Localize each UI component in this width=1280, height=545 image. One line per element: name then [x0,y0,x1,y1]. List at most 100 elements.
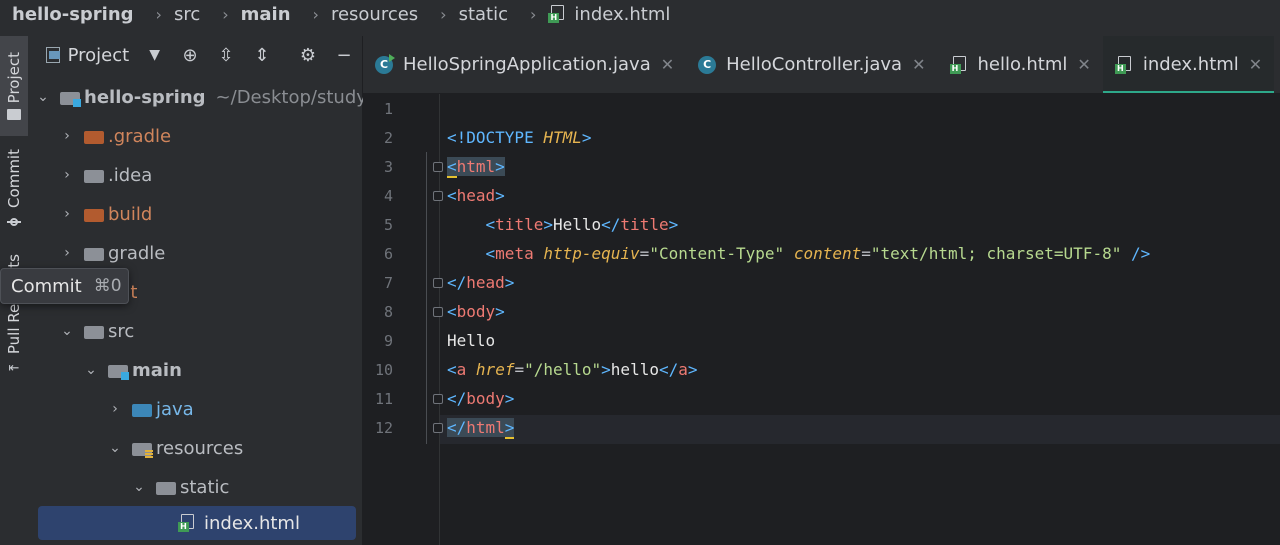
chevron-down-icon[interactable]: ⌄ [60,323,74,339]
code-editor[interactable]: 1 2 3 4 5 6 7 8 9 10 11 12 <!DOCTYPE HTM… [363,94,1280,545]
close-icon[interactable]: ✕ [1249,55,1262,74]
line-number: 4 [383,187,393,205]
tab-build-gradle[interactable]: 🐘 b [1274,36,1280,93]
code-line-3: <html> [447,157,505,178]
chevron-right-icon[interactable]: › [60,128,74,144]
attr-value: "text/html; charset=UTF-8" [870,244,1122,263]
tree-item-build[interactable]: › build [60,199,152,229]
commit-tool-button[interactable]: Commit [0,144,28,234]
tree-item-gradle[interactable]: › gradle [60,238,165,268]
chevron-down-icon[interactable]: ⌄ [108,440,122,456]
code-line-12: </html> [447,418,515,439]
line-number: 8 [383,303,393,321]
breadcrumb: hello-spring › src › main › resources › … [0,0,1280,28]
tree-item-main[interactable]: ⌄ main [84,355,182,385]
ide-window: hello-spring › src › main › resources › … [0,0,1280,545]
tree-item-label: hello-spring [84,86,206,108]
java-class-icon: C [375,53,395,74]
fold-marker-icon[interactable] [433,278,443,288]
close-icon[interactable]: ✕ [912,55,925,74]
line-number: 5 [383,216,393,234]
commit-icon [7,215,21,229]
code-line-8: <body> [447,302,505,321]
tree-item-index-html[interactable]: H index.html [38,506,356,540]
tag-name: a [678,360,688,379]
doctype-close: > [581,128,592,147]
collapse-all-icon[interactable]: ⇕ [244,45,280,66]
tag-name: meta [495,244,534,263]
tooltip-text: Commit [11,275,82,297]
code-line-7: </head> [447,273,515,292]
tree-item-label: src [108,320,135,342]
project-panel-title[interactable]: Project [68,45,130,66]
locate-file-icon[interactable]: ⊕ [172,45,208,66]
tree-item-label: resources [156,437,244,459]
html-file-icon: H [1114,55,1133,74]
tab-label: index.html [1142,54,1239,75]
breadcrumb-item-file[interactable]: H index.html [548,4,670,25]
project-tool-button[interactable]: Project [0,36,28,136]
tab-hello-spring-application[interactable]: C HelloSpringApplication.java ✕ [363,36,686,93]
tag-name: body [456,302,496,321]
expand-all-icon[interactable]: ⇳ [208,45,244,66]
tree-item-gradle-cache[interactable]: › .gradle [60,121,171,151]
tree-item-idea[interactable]: › .idea [60,160,152,190]
chevron-right-icon[interactable]: › [108,401,122,417]
close-icon[interactable]: ✕ [1077,55,1090,74]
tree-item-java[interactable]: › java [108,394,194,424]
line-number: 7 [383,274,393,292]
chevron-down-icon[interactable]: ⌄ [36,89,50,105]
fold-marker-icon[interactable] [433,162,443,172]
tab-hello-controller[interactable]: C HelloController.java ✕ [686,36,937,93]
breadcrumb-item-static[interactable]: static [459,4,508,25]
attr-name: content [793,244,862,263]
tree-item-label: static [180,476,230,498]
chevron-down-icon[interactable]: ▼ [149,47,160,63]
tree-item-resources[interactable]: ⌄ resources [108,433,243,463]
attr-name: http-equiv [543,244,640,263]
tab-hello-html[interactable]: H hello.html ✕ [938,36,1103,93]
attr-name: href [475,360,515,379]
code-line-2: <!DOCTYPE HTML> [447,123,592,152]
chevron-right-icon[interactable]: › [60,167,74,183]
breadcrumb-item-main[interactable]: main [241,4,291,25]
tree-item-label: build [108,203,153,225]
breadcrumb-item-src[interactable]: src [174,4,200,25]
editor-tabs: C HelloSpringApplication.java ✕ C HelloC… [363,36,1280,94]
tree-item-hello-spring[interactable]: ⌄ hello-spring ~/Desktop/study/h [36,82,384,112]
line-number: 12 [374,419,393,437]
tree-item-src[interactable]: ⌄ src [60,316,134,346]
commit-tooltip: Commit ⌘0 [0,268,129,304]
chevron-right-icon[interactable]: › [60,245,74,261]
fold-marker-icon[interactable] [433,191,443,201]
breadcrumb-separator-icon: › [222,4,229,24]
close-icon[interactable]: ✕ [661,55,674,74]
breadcrumb-separator-icon: › [312,4,319,24]
tag-name: body [466,389,505,408]
panel-header-actions: ⊕ ⇳ ⇕ ⚙ − [172,45,362,66]
folder-icon [7,109,21,121]
line-number: 10 [374,361,393,379]
tree-item-static[interactable]: ⌄ static [132,472,229,502]
breadcrumb-separator-icon: › [530,4,537,24]
project-panel-header: Project ▼ ⊕ ⇳ ⇕ ⚙ − [28,36,362,74]
breadcrumb-separator-icon: › [155,4,162,24]
title-text: Hello [552,215,602,234]
fold-marker-icon[interactable] [433,423,443,433]
tab-index-html[interactable]: H index.html ✕ [1102,36,1275,93]
tag-name: title [495,215,544,234]
tag-name: head [456,186,496,205]
chevron-down-icon[interactable]: ⌄ [84,362,98,378]
hide-panel-icon[interactable]: − [326,45,362,66]
html-file-icon: H [548,5,566,23]
chevron-right-icon[interactable]: › [60,206,74,222]
tree-item-label: gradle [108,242,166,264]
tree-item-label: main [132,359,182,381]
breadcrumb-item-project[interactable]: hello-spring [12,4,134,25]
fold-marker-icon[interactable] [433,307,443,317]
project-view-icon [46,47,60,63]
chevron-down-icon[interactable]: ⌄ [132,479,146,495]
gear-icon[interactable]: ⚙ [290,45,326,66]
fold-marker-icon[interactable] [433,394,443,404]
breadcrumb-item-resources[interactable]: resources [331,4,418,25]
